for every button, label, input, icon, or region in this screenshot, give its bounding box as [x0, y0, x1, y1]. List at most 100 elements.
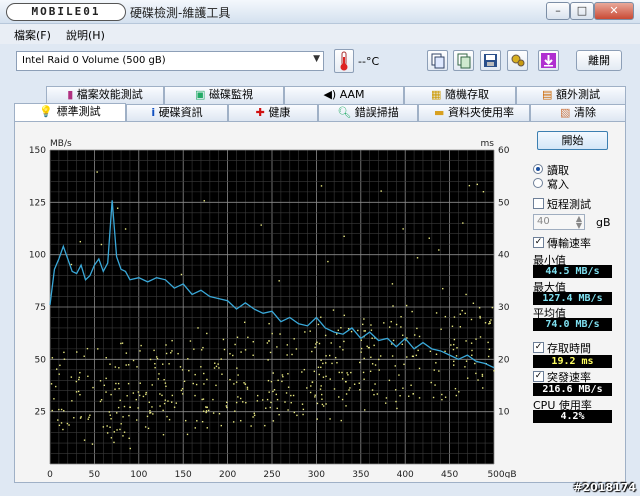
- access-time-point: [391, 355, 394, 357]
- access-time-point: [159, 405, 161, 407]
- maximize-button[interactable]: □: [570, 2, 594, 20]
- drive-select-value: Intel Raid 0 Volume (500 gB): [22, 55, 166, 66]
- access-time-point: [450, 344, 452, 346]
- access-time-point: [476, 183, 479, 186]
- tab-file-benchmark[interactable]: ▮ 檔案效能測試: [46, 86, 164, 104]
- access-time-point: [453, 360, 455, 363]
- tab-disk-info[interactable]: i 硬碟資訊: [126, 104, 228, 122]
- access-time-point: [62, 428, 64, 431]
- access-time-point: [444, 315, 447, 318]
- tab-disk-monitor[interactable]: ▣ 磁碟監視: [164, 86, 284, 104]
- start-button[interactable]: 開始: [537, 131, 608, 150]
- tab-health[interactable]: ✚ 健康: [228, 104, 318, 122]
- access-time-point: [363, 318, 365, 320]
- menu-help[interactable]: 說明(H): [66, 27, 105, 43]
- tab-benchmark[interactable]: 💡 標準測試: [14, 103, 126, 123]
- access-time-point: [379, 355, 382, 357]
- short-test-size-value: 40: [537, 216, 550, 227]
- access-time-point: [166, 415, 168, 418]
- access-time-point: [266, 342, 269, 344]
- access-time-point: [196, 420, 198, 422]
- drive-select[interactable]: Intel Raid 0 Volume (500 gB) ▼: [16, 51, 324, 71]
- access-time-point: [488, 323, 490, 325]
- access-time-point: [334, 356, 337, 359]
- tab-random-access[interactable]: ▦ 隨機存取: [404, 86, 516, 104]
- read-radio[interactable]: [533, 164, 543, 174]
- short-test-checkbox[interactable]: [533, 198, 544, 209]
- access-time-point: [388, 326, 391, 328]
- tab-error-scan[interactable]: 🔍︎ 錯誤掃描: [318, 104, 418, 122]
- access-time-point: [66, 422, 69, 425]
- access-time-point: [341, 398, 344, 401]
- access-time-point: [317, 366, 320, 368]
- access-time-point: [123, 431, 126, 433]
- access-time-point: [129, 447, 131, 450]
- access-time-point: [302, 413, 304, 416]
- tab-erase[interactable]: ▧ 清除: [530, 104, 626, 122]
- access-time-point: [264, 424, 266, 427]
- access-time-point: [322, 405, 325, 407]
- access-time-point: [276, 398, 279, 401]
- access-time-point: [432, 396, 435, 399]
- access-time-point: [345, 393, 348, 395]
- access-time-point: [371, 389, 374, 391]
- access-time-point: [331, 362, 333, 365]
- minimize-button[interactable]: –: [546, 2, 570, 20]
- access-time-point: [165, 344, 167, 346]
- access-time-point: [338, 371, 340, 374]
- access-time-point: [77, 390, 80, 393]
- access-time-point: [453, 316, 456, 318]
- access-time-point: [115, 382, 117, 385]
- tab-extra-tests[interactable]: ▤ 額外測試: [516, 86, 626, 104]
- access-time-point: [149, 409, 151, 412]
- access-time-point: [262, 399, 264, 401]
- access-time-point: [470, 342, 473, 344]
- access-time-point: [100, 399, 103, 401]
- access-time-point: [314, 396, 316, 398]
- access-time-checkbox[interactable]: ✓: [533, 342, 544, 353]
- short-test-size-input[interactable]: 40 ▲ ▼: [533, 214, 585, 230]
- access-time-point: [212, 412, 215, 414]
- access-time-point: [180, 273, 183, 276]
- access-time-point: [391, 283, 394, 285]
- access-time-point: [487, 355, 490, 358]
- access-time-point: [482, 191, 485, 193]
- access-time-point: [154, 363, 156, 365]
- write-radio[interactable]: [533, 178, 543, 188]
- download-icon[interactable]: [538, 50, 559, 71]
- access-time-point: [282, 375, 284, 378]
- access-time-point: [183, 380, 186, 383]
- access-time-point: [430, 381, 432, 384]
- menu-file[interactable]: 檔案(F): [14, 27, 51, 43]
- access-time-point: [138, 394, 141, 397]
- access-time-point: [484, 322, 487, 324]
- access-time-point: [333, 388, 336, 390]
- close-button[interactable]: ✕: [594, 2, 634, 20]
- access-time-point: [416, 257, 419, 259]
- save-icon[interactable]: [480, 50, 501, 71]
- tab-folder-usage[interactable]: ▬ 資料夾使用率: [418, 104, 530, 122]
- spinner-icon[interactable]: ▲ ▼: [576, 215, 582, 230]
- access-time-point: [53, 398, 55, 400]
- transfer-rate-checkbox[interactable]: ✓: [533, 237, 544, 248]
- access-time-point: [220, 358, 222, 360]
- random-access-icon: ▦: [431, 88, 442, 101]
- tab-aam[interactable]: ◀) AAM: [284, 86, 404, 104]
- min-value: 44.5 MB/s: [533, 265, 612, 278]
- access-time-point: [370, 356, 372, 358]
- flask-icon: ▮: [67, 88, 74, 101]
- copy-image-icon[interactable]: [453, 50, 474, 71]
- access-time-point: [203, 372, 205, 375]
- access-time-point: [163, 378, 165, 381]
- access-time-point: [113, 431, 115, 433]
- access-time-point: [170, 352, 172, 354]
- access-time-point: [320, 185, 323, 187]
- access-time-point: [106, 425, 108, 427]
- options-icon[interactable]: [507, 50, 528, 71]
- exit-button[interactable]: 離開: [576, 50, 622, 71]
- access-time-point: [180, 389, 183, 392]
- tab-label: 清除: [573, 106, 596, 119]
- burst-rate-checkbox[interactable]: ✓: [533, 371, 544, 382]
- copy-text-icon[interactable]: [427, 50, 448, 71]
- access-time-point: [456, 347, 458, 349]
